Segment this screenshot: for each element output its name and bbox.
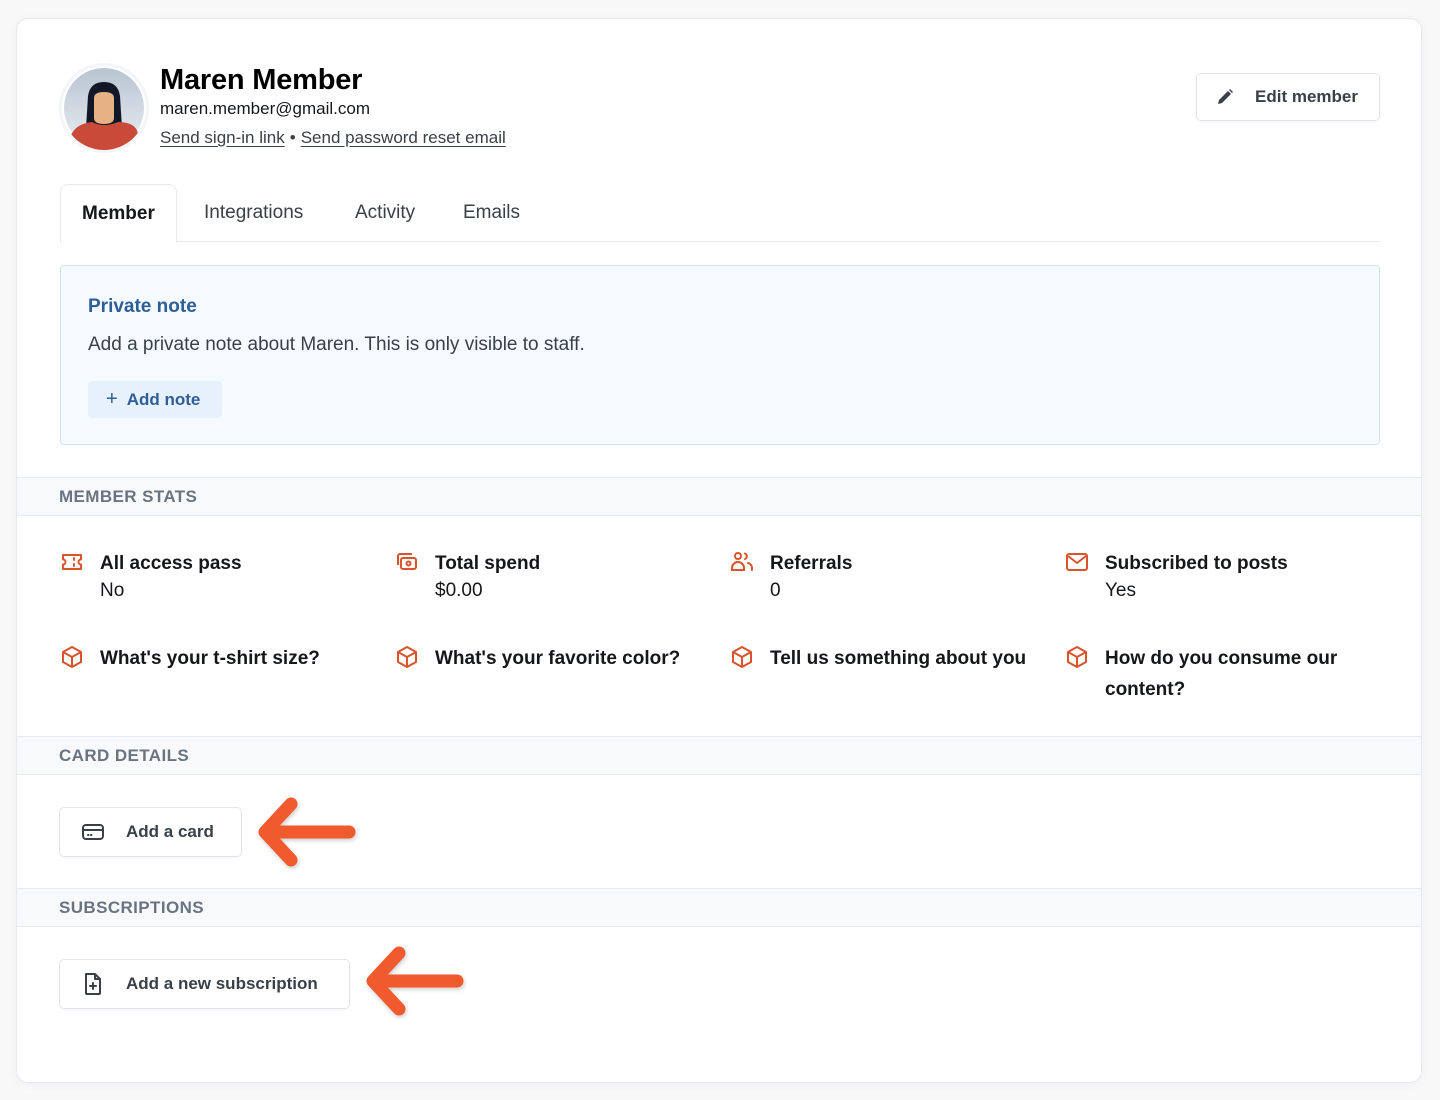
- file-plus-icon: [85, 973, 101, 995]
- subscriptions-header: SUBSCRIPTIONS: [17, 888, 1421, 927]
- add-note-label: Add note: [126, 389, 201, 409]
- tab-emails[interactable]: Emails: [463, 184, 520, 242]
- stat-label: What's your t-shirt size?: [100, 648, 320, 669]
- ticket-icon: [62, 554, 82, 570]
- stat-label: Referrals: [770, 553, 853, 574]
- pencil-icon: [1218, 89, 1233, 104]
- send-password-reset-link[interactable]: Send password reset email: [301, 128, 506, 147]
- member-stats-header: MEMBER STATS: [17, 477, 1421, 516]
- credit-card-icon: [82, 824, 104, 840]
- annotation-arrow: [366, 946, 464, 1016]
- add-note-button[interactable]: + Add note: [88, 381, 222, 418]
- annotation-arrow: [258, 797, 356, 867]
- private-note-panel: Private note Add a private note about Ma…: [60, 265, 1380, 445]
- cube-icon: [62, 646, 82, 668]
- mail-icon: [1066, 553, 1088, 571]
- stat-value: $0.00: [435, 580, 483, 601]
- stat-label: Total spend: [435, 553, 541, 574]
- plus-icon: +: [106, 388, 118, 410]
- stat-label: Tell us something about you: [770, 648, 1027, 669]
- edit-member-button[interactable]: Edit member: [1196, 73, 1380, 121]
- add-subscription-label: Add a new subscription: [126, 974, 318, 993]
- stat-label: How do you consume our content?: [1105, 648, 1338, 700]
- member-name: Maren Member: [160, 64, 363, 96]
- tab-activity[interactable]: Activity: [355, 184, 415, 242]
- card-details-header: CARD DETAILS: [17, 736, 1421, 775]
- stat-label: All access pass: [100, 553, 242, 574]
- private-note-title: Private note: [88, 296, 197, 317]
- member-header: Maren Member maren.member@gmail.com Send…: [60, 64, 1380, 174]
- add-card-button[interactable]: Add a card: [59, 807, 242, 857]
- avatar-image: [64, 68, 144, 150]
- link-separator: •: [289, 128, 296, 147]
- member-card: Maren Member maren.member@gmail.com Send…: [16, 18, 1422, 1083]
- member-email: maren.member@gmail.com: [160, 99, 370, 118]
- edit-member-label: Edit member: [1255, 87, 1358, 106]
- stat-value: 0: [770, 580, 781, 601]
- stat-value: Yes: [1105, 580, 1136, 601]
- tab-integrations[interactable]: Integrations: [204, 184, 303, 242]
- tab-member[interactable]: Member: [60, 184, 177, 243]
- cube-icon: [397, 646, 417, 668]
- add-card-label: Add a card: [126, 822, 214, 841]
- stat-value: No: [100, 580, 125, 601]
- money-icon: [397, 553, 417, 570]
- stat-label: Subscribed to posts: [1105, 553, 1288, 574]
- cube-icon: [732, 646, 752, 668]
- avatar: [62, 66, 146, 150]
- add-subscription-button[interactable]: Add a new subscription: [59, 959, 350, 1009]
- stat-label: What's your favorite color?: [435, 648, 681, 669]
- send-signin-link[interactable]: Send sign-in link: [160, 128, 285, 147]
- cube-icon: [1067, 646, 1087, 668]
- private-note-description: Add a private note about Maren. This is …: [88, 334, 585, 355]
- member-links: Send sign-in link • Send password reset em…: [160, 128, 506, 148]
- users-icon: [731, 552, 753, 571]
- member-tabs: Member Integrations Activity Emails: [60, 184, 1380, 243]
